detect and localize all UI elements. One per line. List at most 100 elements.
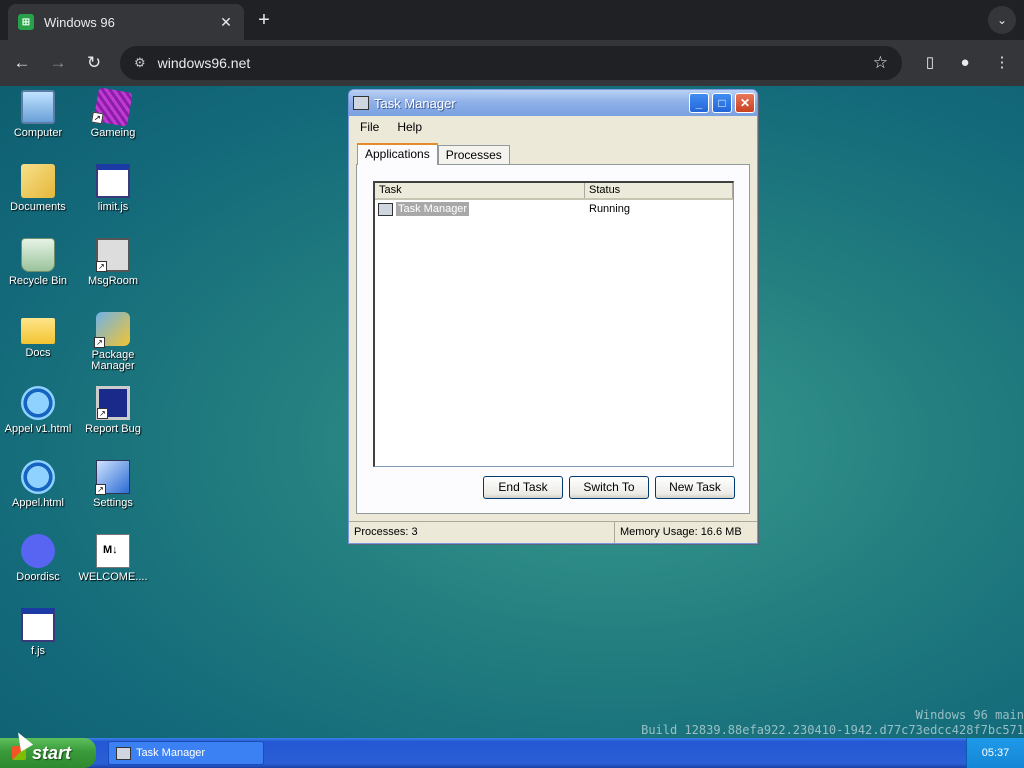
desktop-icon-report-bug[interactable]: ↗ Report Bug <box>75 386 151 435</box>
site-info-icon[interactable]: ⚙ <box>134 55 146 71</box>
list-header: Task Status <box>375 183 733 200</box>
browser-tab-bar: ⊞ Windows 96 ✕ + ⌄ <box>0 0 1024 40</box>
icon-label: MsgRoom <box>87 275 139 287</box>
monitor-icon: ↗ <box>96 386 130 420</box>
desktop-icon-package-manager[interactable]: ↗ Package Manager <box>75 312 151 372</box>
status-bar: Processes: 3 Memory Usage: 16.6 MB <box>349 521 757 543</box>
task-manager-window[interactable]: Task Manager _ □ ✕ File Help Application… <box>348 89 758 544</box>
internet-explorer-icon <box>21 460 55 494</box>
system-tray-clock[interactable]: 05:37 <box>966 738 1024 768</box>
script-file-icon <box>96 164 130 198</box>
processes-count: Processes: 3 <box>349 522 615 543</box>
taskbar-item-task-manager[interactable]: Task Manager <box>108 741 264 765</box>
desktop-icon-msgroom[interactable]: ↗ MsgRoom <box>75 238 151 287</box>
windows96-favicon-icon: ⊞ <box>18 14 34 30</box>
taskbar-item-label: Task Manager <box>136 747 206 759</box>
address-text: windows96.net <box>157 55 251 71</box>
memory-usage: Memory Usage: 16.6 MB <box>620 526 742 538</box>
window-title: Task Manager <box>374 95 456 111</box>
desktop-icon-documents[interactable]: Documents <box>0 164 76 213</box>
shortcut-arrow-icon: ↗ <box>95 484 106 495</box>
side-panel-icon[interactable]: ▯ <box>918 51 942 75</box>
chat-icon: ↗ <box>96 238 130 272</box>
task-name: Task Manager <box>396 202 470 216</box>
forward-button[interactable]: → <box>46 51 70 75</box>
desktop-icon-limit-js[interactable]: limit.js <box>75 164 151 213</box>
desktop-icon-f-js[interactable]: f.js <box>0 608 76 657</box>
back-button[interactable]: ← <box>10 51 34 75</box>
shortcut-arrow-icon: ↗ <box>96 261 107 272</box>
icon-label: WELCOME.... <box>78 571 148 583</box>
markdown-file-icon <box>96 534 130 568</box>
menu-file[interactable]: File <box>355 120 384 134</box>
tab-title: Windows 96 <box>44 14 115 30</box>
tab-search-button[interactable]: ⌄ <box>988 6 1016 34</box>
icon-label: Appel.html <box>12 497 64 509</box>
icon-label: Computer <box>13 127 63 139</box>
icon-label: f.js <box>30 645 46 657</box>
computer-icon <box>21 90 55 124</box>
icon-label: Settings <box>93 497 133 509</box>
profile-icon[interactable]: ● <box>953 51 977 75</box>
desktop-icon-settings[interactable]: ↗ Settings <box>75 460 151 509</box>
tab-applications[interactable]: Applications <box>357 143 438 165</box>
shortcut-arrow-icon: ↗ <box>97 408 108 419</box>
internet-explorer-icon <box>21 386 55 420</box>
window-titlebar[interactable]: Task Manager _ □ ✕ <box>349 90 757 116</box>
icon-label: limit.js <box>97 201 129 213</box>
maximize-button[interactable]: □ <box>712 93 732 113</box>
end-task-button[interactable]: End Task <box>483 476 563 499</box>
menu-bar: File Help <box>349 116 757 138</box>
package-icon: ↗ <box>94 312 130 348</box>
desktop-icon-welcome[interactable]: WELCOME.... <box>75 534 151 583</box>
recycle-bin-icon <box>21 238 55 272</box>
task-manager-icon <box>378 202 393 216</box>
task-status: Running <box>589 203 630 215</box>
icon-label: Recycle Bin <box>8 275 68 287</box>
window-tabs: Applications Processes <box>357 143 510 165</box>
desktop-icon-doordisc[interactable]: Doordisc <box>0 534 76 583</box>
new-tab-button[interactable]: + <box>252 8 276 32</box>
desktop-icon-recycle-bin[interactable]: Recycle Bin <box>0 238 76 287</box>
icon-label: Doordisc <box>16 571 60 583</box>
start-button[interactable]: start <box>0 738 96 768</box>
address-bar[interactable]: ⚙ windows96.net ☆ <box>120 46 902 80</box>
close-button[interactable]: ✕ <box>735 93 755 113</box>
task-list[interactable]: Task Status Task Manager Running <box>373 181 734 467</box>
cube-icon: ↗ <box>90 87 133 127</box>
task-manager-icon <box>353 96 369 110</box>
icon-label: Gameing <box>90 127 136 139</box>
watermark-line1: Windows 96 main <box>915 708 1024 722</box>
taskbar: start Task Manager 05:37 <box>0 738 1024 768</box>
bookmark-star-icon[interactable]: ☆ <box>873 53 888 73</box>
watermark-line2: Build 12839.88efa922.230410-1942.d77c73e… <box>641 723 1024 737</box>
shortcut-arrow-icon: ↗ <box>94 337 105 348</box>
discord-icon <box>21 534 55 568</box>
desktop-icon-docs[interactable]: Docs <box>0 312 76 359</box>
script-file-icon <box>21 608 55 642</box>
task-cell: Task Manager <box>375 202 585 216</box>
icon-label: Report Bug <box>85 423 141 435</box>
reload-button[interactable]: ↻ <box>82 51 106 75</box>
new-task-button[interactable]: New Task <box>655 476 735 499</box>
settings-icon: ↗ <box>95 460 130 495</box>
table-row[interactable]: Task Manager Running <box>375 200 733 218</box>
shortcut-arrow-icon: ↗ <box>90 111 104 125</box>
start-label: start <box>32 743 72 763</box>
menu-help[interactable]: Help <box>392 120 427 134</box>
switch-to-button[interactable]: Switch To <box>569 476 649 499</box>
close-tab-icon[interactable]: ✕ <box>218 14 234 31</box>
documents-folder-icon <box>21 164 55 198</box>
desktop-icon-gameing[interactable]: ↗ Gameing <box>75 87 151 139</box>
tab-processes[interactable]: Processes <box>437 145 510 165</box>
icon-label: Documents <box>10 201 66 213</box>
column-header-status[interactable]: Status <box>585 183 733 198</box>
desktop-icon-computer[interactable]: Computer <box>0 90 76 139</box>
desktop-icon-appel[interactable]: Appel.html <box>0 460 76 509</box>
desktop-icon-appel-v1[interactable]: Appel v1.html <box>0 386 76 435</box>
column-header-task[interactable]: Task <box>375 183 585 198</box>
browser-tab[interactable]: ⊞ Windows 96 ✕ <box>8 4 244 40</box>
minimize-button[interactable]: _ <box>689 93 709 113</box>
folder-icon <box>21 318 55 344</box>
browser-menu-icon[interactable]: ⋮ <box>990 51 1014 75</box>
